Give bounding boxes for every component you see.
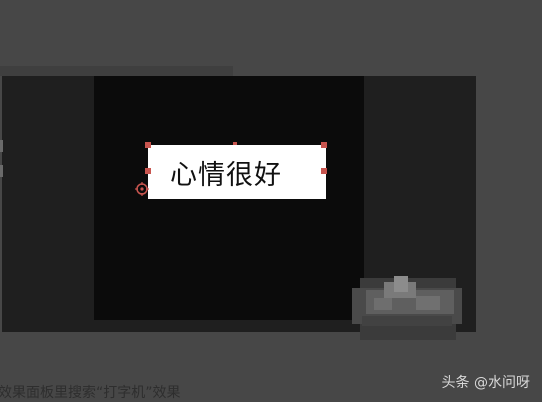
blurred-mosaic-logo [352,268,462,344]
selection-handle-top-left[interactable] [145,142,151,148]
background-stripe [0,66,233,76]
selection-handle-left-center[interactable] [145,168,151,174]
title-text[interactable]: 心情很好 [170,153,282,192]
panel-edge-mark [0,165,3,177]
selection-handle-top-center[interactable] [233,142,237,145]
caption-text: 效果面板里搜索“打字机”效果 [0,385,181,401]
title-text-box[interactable]: 心情很好 [148,145,326,199]
panel-edge-mark [0,140,3,152]
selection-handle-right-center[interactable] [321,168,327,174]
watermark: 头条 @水问呀 [441,375,530,391]
selection-handle-top-right[interactable] [321,142,327,148]
anchor-point-icon[interactable] [135,182,149,196]
